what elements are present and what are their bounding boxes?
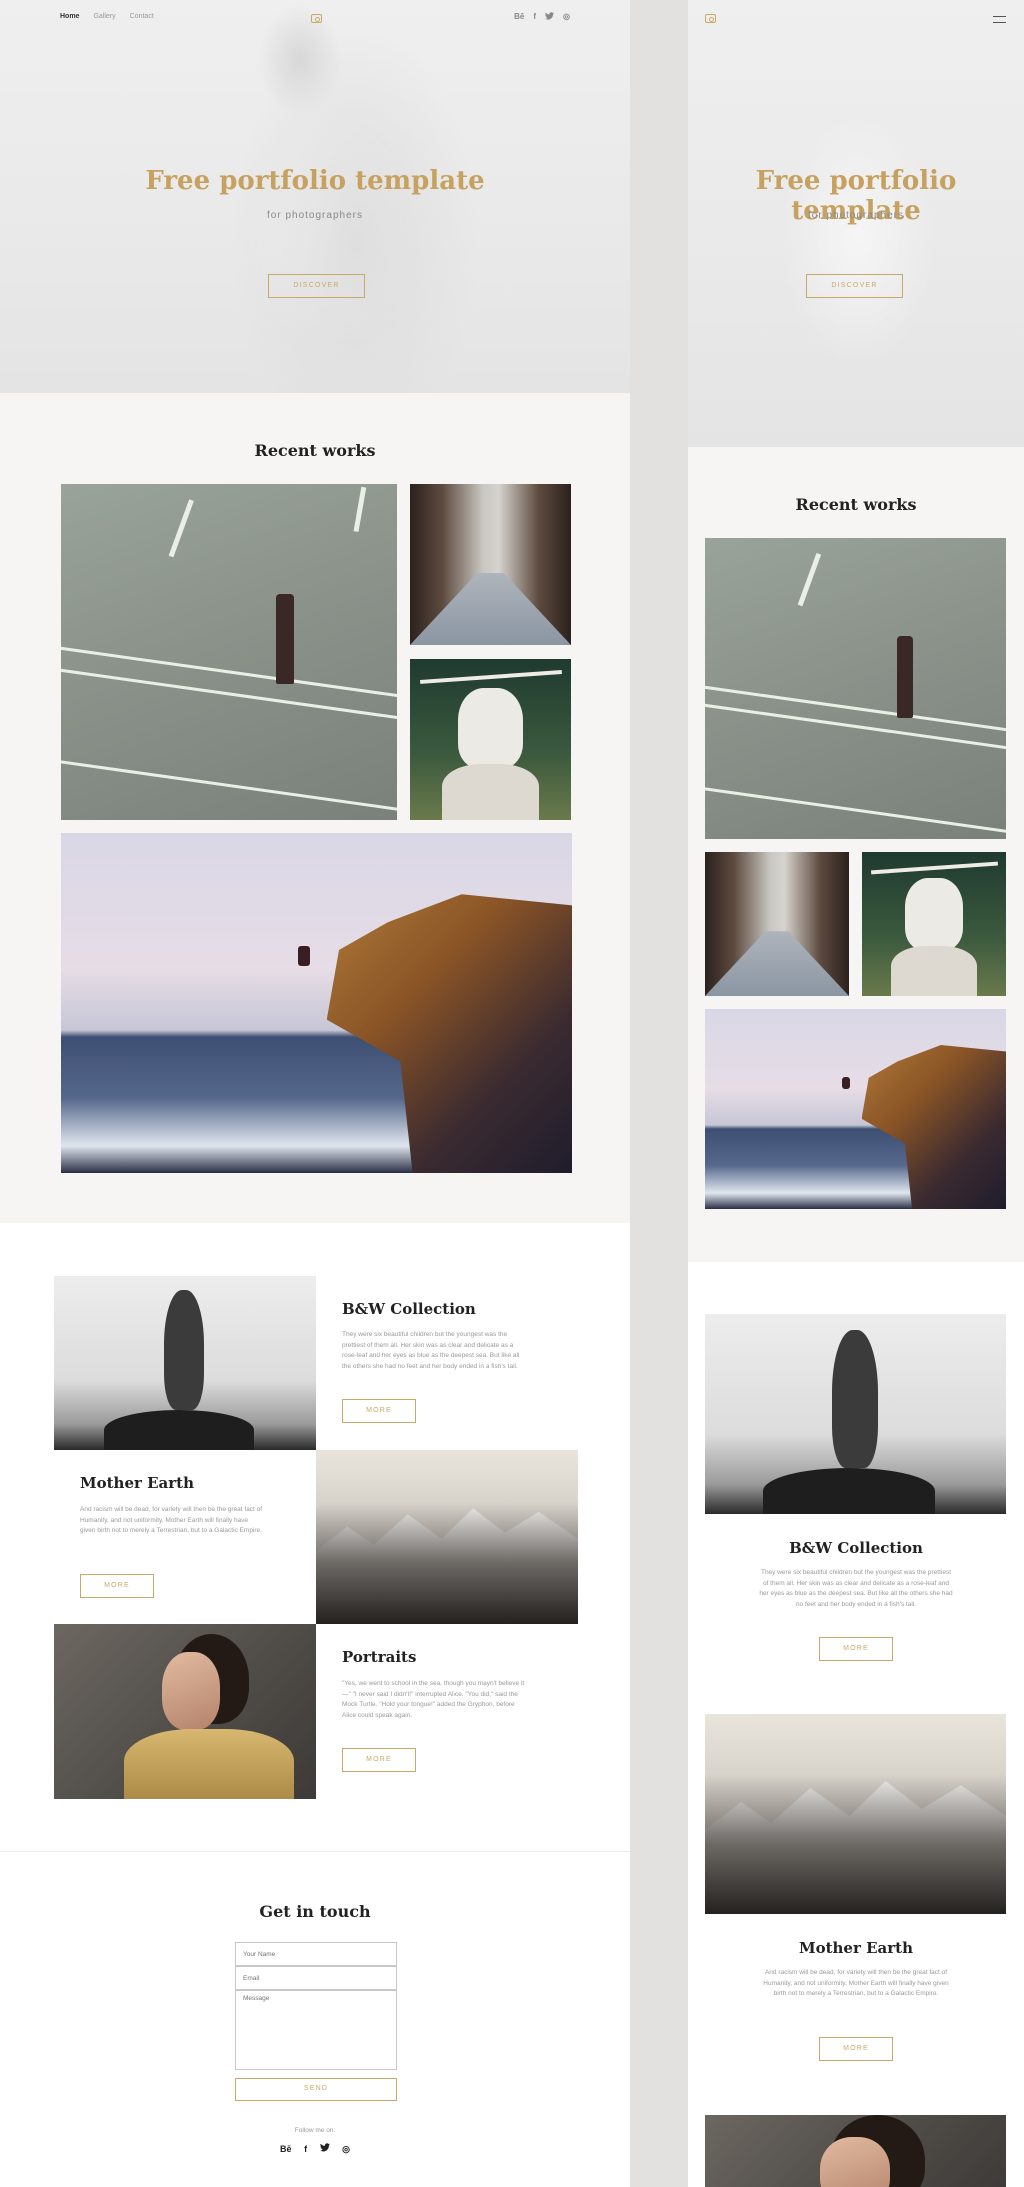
instagram-icon[interactable]: ◎ [342,2144,350,2154]
road-dash [353,486,367,532]
instagram-icon[interactable]: ◎ [563,12,570,22]
walking-man [276,594,294,684]
mountain-peaks [316,1508,578,1624]
hero-subtitle: for photographers [267,210,363,221]
send-button[interactable]: SEND [235,2078,397,2101]
skull [458,687,523,769]
email-input[interactable] [235,1966,397,1990]
mobile-photo-forest-road[interactable] [705,852,849,996]
mobile-recent-works-title: Recent works [795,495,917,514]
mobile-recent-works-section: Recent works [688,447,1024,1262]
message-textarea[interactable] [235,1990,397,2070]
mobile-photo-skull-woman[interactable] [862,852,1006,996]
hero-title: Free portfolio template [145,166,485,196]
follow-label: Follow me on: [294,2127,336,2134]
skull [905,877,963,950]
photo-cliff-jump[interactable] [61,833,572,1173]
mobile-photo-portrait[interactable] [705,2115,1006,2187]
mobile-collection-text-bw: They were six beautiful children but the… [759,1569,953,1609]
road-line [705,786,1006,839]
behance-icon[interactable]: Bē [514,12,524,22]
social-links-top: Bē f ◎ [514,12,570,22]
collection-text-bw: They were six beautiful children but the… [342,1331,520,1371]
cliff-rock [861,1045,1006,1209]
bw-model [832,1330,878,1468]
recent-works-title: Recent works [254,441,376,460]
bw-model [164,1290,204,1410]
behance-icon[interactable]: Bē [280,2144,292,2154]
road-line [61,759,397,818]
contact-section: Get in touch SEND Follow me on: Bē f ◎ [0,1852,630,2187]
camera-logo-icon[interactable] [705,14,716,23]
mobile-mockup: Free portfolio template for photographer… [688,0,1024,2187]
mobile-collection-text-earth: And racism will be dead, for variety wil… [763,1969,949,1998]
road-dash [797,552,822,607]
nav-contact-link[interactable]: Contact [130,13,154,20]
nav-gallery-link[interactable]: Gallery [93,13,115,20]
mobile-photo-man-on-road[interactable] [705,538,1006,839]
cliff-jumper [298,946,310,966]
twitter-icon[interactable] [319,2143,330,2154]
camera-logo-icon[interactable] [311,14,322,23]
mobile-collection-title-earth: Mother Earth [798,1939,913,1957]
mobile-photo-bw-collection[interactable] [705,1314,1006,1514]
photo-man-on-road[interactable] [61,484,397,820]
collection-text-earth: And racism will be dead, for variety wil… [80,1506,263,1535]
name-input[interactable] [235,1942,397,1966]
mobile-photo-cliff-jump[interactable] [705,1009,1006,1209]
recent-works-section: Recent works [0,393,630,1223]
lace-dress [890,945,978,996]
collection-text-portraits: "Yes, we went to school in the sea, thou… [342,1680,525,1720]
skull-horns [419,670,562,685]
mobile-collection-title-bw: B&W Collection [789,1539,923,1557]
hero-section: Home Gallery Contact Bē f ◎ Free portfol… [0,0,630,393]
cliff-rock [326,894,572,1173]
photo-forest-road[interactable] [410,484,571,645]
mobile-photo-mountains[interactable] [705,1714,1006,1914]
road-dash [168,499,194,558]
earth-more-button[interactable]: MORE [80,1574,154,1598]
desktop-mockup: Home Gallery Contact Bē f ◎ Free portfol… [0,0,630,2187]
collection-title-bw: B&W Collection [342,1300,476,1318]
photo-skull-woman[interactable] [410,659,571,820]
bw-rock [763,1468,935,1514]
photo-portrait[interactable] [54,1624,316,1799]
walking-man [897,636,913,718]
bw-more-button[interactable]: MORE [342,1399,416,1423]
contact-title: Get in touch [259,1902,371,1921]
mobile-bw-more-button[interactable]: MORE [819,1637,893,1661]
twitter-icon[interactable] [545,12,555,22]
cliff-jumper [842,1077,850,1089]
portrait-shirt [124,1729,294,1799]
mobile-discover-button[interactable]: DISCOVER [806,274,903,298]
lace-dress [442,763,539,820]
portrait-face [162,1652,220,1730]
road-line [61,666,397,725]
skull-horns [870,861,998,875]
collection-title-portraits: Portraits [342,1648,417,1666]
social-links-bottom: Bē f ◎ [0,2143,630,2155]
portraits-more-button[interactable]: MORE [342,1748,416,1772]
discover-button[interactable]: DISCOVER [268,274,365,298]
portrait-face [820,2137,890,2187]
facebook-icon[interactable]: f [304,2144,307,2154]
photo-bw-collection[interactable] [54,1276,316,1450]
collection-title-earth: Mother Earth [80,1474,195,1492]
facebook-icon[interactable]: f [533,12,536,22]
mountain-peaks [705,1781,1006,1914]
mobile-hero-section: Free portfolio template for photographer… [688,0,1024,447]
bw-rock [104,1410,254,1450]
mobile-earth-more-button[interactable]: MORE [819,2037,893,2061]
hamburger-menu-icon[interactable] [993,16,1006,23]
top-nav: Home Gallery Contact [60,13,154,20]
photo-mountains[interactable] [316,1450,578,1624]
nav-home-link[interactable]: Home [60,13,79,20]
mobile-hero-subtitle: for photographers [808,210,904,221]
